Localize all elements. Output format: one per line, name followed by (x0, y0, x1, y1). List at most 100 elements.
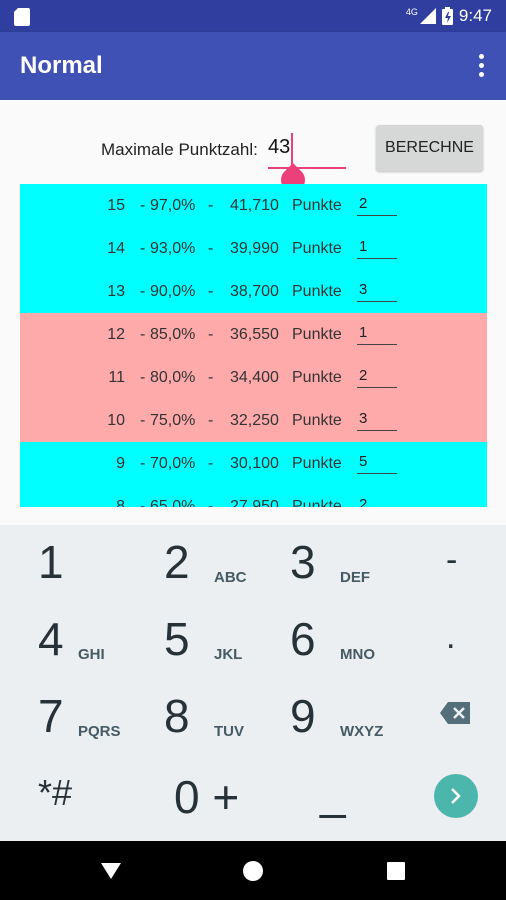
key-digit: 3 (290, 536, 316, 588)
key-digit: 6 (290, 613, 316, 665)
grade-number: 13 (107, 283, 125, 300)
grade-points: 27,950 (230, 498, 279, 507)
key-digit: 4 (38, 613, 64, 665)
overflow-menu-icon[interactable] (476, 54, 486, 80)
points-unit: Punkte (292, 498, 342, 507)
grade-percent: 93,0% (150, 240, 196, 257)
numeric-keypad: 1 2 ABC 3 DEF - 4 GHI 5 JKL 6 MNO. 7 PQRS 8 TUV 9 WXYZ *# 0… (0, 525, 506, 841)
key-digit: _ (320, 767, 346, 819)
count-input[interactable]: 5 (357, 453, 397, 474)
key-8[interactable]: 8 TUV (126, 679, 252, 756)
count-input[interactable]: 3 (357, 410, 397, 431)
grade-number: 8 (116, 498, 125, 507)
grade-row: 12-85,0% -36,550 Punkte 1 (20, 313, 487, 356)
backspace-icon (440, 702, 470, 724)
key-letters: DEF (340, 569, 370, 586)
key--[interactable]: - (378, 525, 504, 602)
separator-dash: - (140, 283, 146, 300)
grade-points: 41,710 (230, 197, 279, 214)
max-points-input[interactable]: 43 (268, 136, 290, 159)
points-unit: Punkte (292, 240, 342, 257)
app-title: Normal (20, 52, 103, 79)
grade-percent: 65,0% (150, 498, 196, 507)
count-input[interactable]: 3 (357, 281, 397, 302)
grade-number: 9 (116, 455, 125, 472)
signal-icon (419, 8, 436, 24)
grade-percent: 75,0% (150, 412, 196, 429)
separator-dash: - (208, 412, 214, 429)
status-bar: 4G 9:47 (0, 0, 506, 32)
back-icon[interactable] (100, 860, 122, 882)
separator-dash: - (140, 197, 146, 214)
separator-dash: - (208, 197, 214, 214)
key-4[interactable]: 4 GHI (0, 602, 126, 679)
key-9[interactable]: 9 WXYZ (252, 679, 383, 756)
key-digit: 8 (164, 690, 190, 742)
grade-percent: 97,0% (150, 197, 196, 214)
separator-dash: - (140, 240, 146, 257)
key-letters: JKL (214, 646, 243, 663)
key-*#[interactable]: *# (0, 756, 126, 833)
next-icon (434, 774, 478, 818)
key-6[interactable]: 6 MNO (252, 602, 378, 679)
grade-number: 15 (107, 197, 125, 214)
key-digit: - (446, 541, 458, 579)
key-digit: 7 (38, 690, 64, 742)
recents-icon[interactable] (387, 862, 405, 880)
count-input[interactable]: 2 (357, 496, 397, 507)
grade-points: 32,250 (230, 412, 279, 429)
grade-row: 11-80,0% -34,400 Punkte 2 (20, 356, 487, 399)
separator-dash: - (140, 412, 146, 429)
key-.[interactable]: . (378, 602, 504, 679)
grade-row: 15-97,0% -41,710 Punkte 2 (20, 184, 487, 227)
separator-dash: - (140, 369, 146, 386)
calculate-button[interactable]: BERECHNE (376, 125, 483, 171)
key-7[interactable]: 7 PQRS (0, 679, 126, 756)
battery-icon (441, 7, 453, 25)
grade-row: 13-90,0% -38,700 Punkte 3 (20, 270, 487, 313)
grade-percent: 80,0% (150, 369, 196, 386)
content-area: Maximale Punktzahl: 43 BERECHNE 15-97,0%… (0, 100, 506, 525)
key-1[interactable]: 1 (0, 525, 126, 602)
key-digit: *# (38, 772, 73, 813)
points-unit: Punkte (292, 283, 342, 300)
navigation-bar (0, 841, 506, 900)
key-digit: 5 (164, 613, 190, 665)
grade-percent: 90,0% (150, 283, 196, 300)
key-_[interactable]: _ (252, 756, 378, 833)
sd-card-icon (14, 8, 30, 26)
home-icon[interactable] (242, 860, 264, 882)
points-unit: Punkte (292, 197, 342, 214)
points-unit: Punkte (292, 369, 342, 386)
app-bar: Normal (0, 32, 506, 100)
grade-row: 14-93,0% -39,990 Punkte 1 (20, 227, 487, 270)
key-letters: PQRS (78, 723, 121, 740)
points-unit: Punkte (292, 455, 342, 472)
key-letters: TUV (214, 723, 244, 740)
separator-dash: - (208, 498, 214, 507)
key-0 +[interactable]: 0 + (126, 756, 252, 833)
key-2[interactable]: 2 ABC (126, 525, 252, 602)
count-input[interactable]: 1 (357, 238, 397, 259)
points-unit: Punkte (292, 326, 342, 343)
grade-number: 11 (108, 369, 125, 386)
separator-dash: - (208, 326, 214, 343)
key-5[interactable]: 5 JKL (126, 602, 252, 679)
key-letters: MNO (340, 646, 375, 663)
key-3[interactable]: 3 DEF (252, 525, 378, 602)
count-input[interactable]: 2 (357, 367, 397, 388)
grade-row: 9-70,0% -30,100 Punkte 5 (20, 442, 487, 485)
separator-dash: - (208, 369, 214, 386)
grade-table: 15-97,0% -41,710 Punkte 2 14-93,0% -39,990 Pun… (20, 184, 487, 507)
count-input[interactable]: 1 (357, 324, 397, 345)
count-input[interactable]: 2 (357, 195, 397, 216)
key-letters: GHI (78, 646, 105, 663)
grade-points: 38,700 (230, 283, 279, 300)
key-digit: 0 + (174, 771, 240, 823)
backspace-key[interactable] (378, 679, 504, 756)
network-type: 4G (405, 7, 418, 17)
separator-dash: - (208, 455, 214, 472)
grade-row: 8-65,0% -27,950 Punkte 2 (20, 485, 487, 507)
grade-percent: 85,0% (150, 326, 196, 343)
enter-key[interactable] (378, 756, 504, 833)
